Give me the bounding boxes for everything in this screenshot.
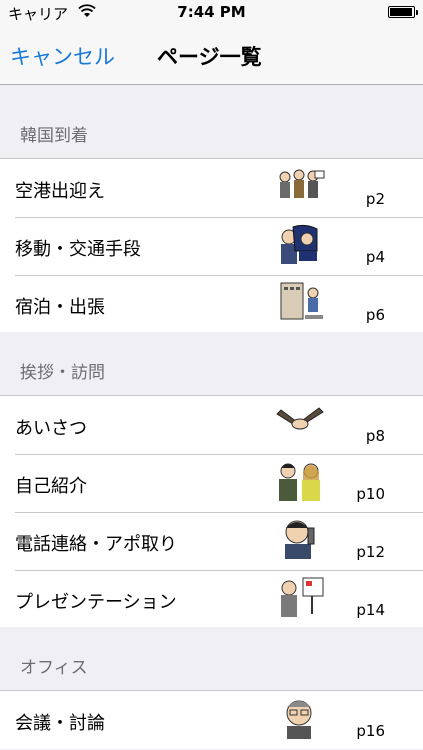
list-item[interactable]: 宿泊・出張 p6 <box>0 275 423 333</box>
list-item[interactable]: 会議・討論 p16 <box>0 691 423 749</box>
cancel-button[interactable]: キャンセル <box>10 41 115 71</box>
list-item[interactable]: 自己紹介 p10 <box>0 454 423 512</box>
row-label: 宿泊・出張 <box>15 297 105 318</box>
section-group-greeting: あいさつ p8 自己紹介 p10 電話連絡・アポ取り p12 プレゼンテーション <box>0 395 423 629</box>
section-label: オフィス <box>20 658 88 678</box>
status-bar: キャリア 7:44 PM <box>0 0 423 24</box>
self-introduction-illustration <box>279 463 320 501</box>
transportation-illustration <box>281 224 318 264</box>
row-label: プレゼンテーション <box>15 592 177 613</box>
page-number: p2 <box>365 190 385 208</box>
section-group-office: 会議・討論 p16 <box>0 690 423 749</box>
row-label: あいさつ <box>15 418 87 439</box>
airport-greeting-illustration <box>279 169 325 198</box>
page-number: p4 <box>365 248 385 266</box>
page-number: p16 <box>356 722 385 740</box>
row-label: 自己紹介 <box>15 476 87 497</box>
row-label: 移動・交通手段 <box>15 239 141 260</box>
list-item[interactable]: 電話連絡・アポ取り p12 <box>0 512 423 570</box>
phone-call-illustration <box>285 520 315 559</box>
battery-level <box>390 8 412 16</box>
page-number: p8 <box>365 427 385 445</box>
meeting-illustration <box>286 700 312 739</box>
row-label: 会議・討論 <box>15 713 105 734</box>
section-group-arrival: 空港出迎え p2 移動・交通手段 p4 宿泊・出張 p6 <box>0 158 423 334</box>
section-label: 挨拶・訪問 <box>20 363 105 383</box>
page-number: p12 <box>356 543 385 561</box>
section-header-arrival: 韓国到着 <box>0 85 423 158</box>
list-item[interactable]: 移動・交通手段 p4 <box>0 217 423 275</box>
list-item[interactable]: プレゼンテーション p14 <box>0 570 423 628</box>
list-item[interactable]: 空港出迎え p2 <box>0 159 423 217</box>
row-label: 電話連絡・アポ取り <box>15 534 177 555</box>
battery-icon <box>388 6 418 18</box>
list-item[interactable]: あいさつ p8 <box>0 396 423 454</box>
handshake-illustration <box>276 407 324 430</box>
page-number: p6 <box>365 306 385 324</box>
page-number: p10 <box>356 485 385 503</box>
presentation-illustration <box>281 577 324 617</box>
page-number: p14 <box>356 601 385 619</box>
section-header-office: オフィス <box>0 627 423 690</box>
section-label: 韓国到着 <box>20 126 88 146</box>
page-title: ページ一覧 <box>157 45 262 69</box>
section-header-greeting: 挨拶・訪問 <box>0 332 423 395</box>
row-label: 空港出迎え <box>15 181 105 202</box>
status-time: 7:44 PM <box>177 3 246 21</box>
hotel-illustration <box>280 282 323 320</box>
navigation-bar: キャンセル ページ一覧 <box>0 24 423 85</box>
